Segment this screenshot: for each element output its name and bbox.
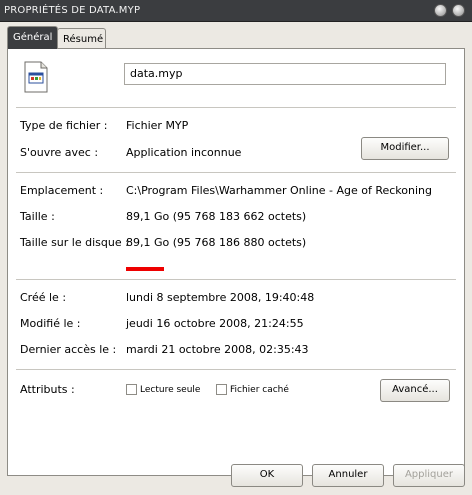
size-value: 89,1 Go (95 768 183 662 octets) bbox=[126, 210, 307, 223]
generic-file-icon bbox=[24, 61, 48, 93]
opens-with-label: S'ouvre avec : bbox=[20, 146, 99, 159]
location-label: Emplacement : bbox=[20, 184, 104, 197]
disk-size-value: 89,1 Go (95 768 186 880 octets) bbox=[126, 236, 307, 249]
readonly-label[interactable]: Lecture seule bbox=[140, 385, 200, 395]
accessed-value: mardi 21 octobre 2008, 02:35:43 bbox=[126, 343, 309, 356]
general-panel: data.myp Type de fichier : Fichier MYP S… bbox=[7, 48, 465, 476]
help-button[interactable] bbox=[434, 4, 447, 17]
accessed-label: Dernier accès le : bbox=[20, 343, 117, 356]
disk-size-label: Taille sur le disque : bbox=[20, 236, 129, 249]
title-bar[interactable]: PROPRIÉTÉS DE DATA.MYP bbox=[0, 0, 472, 22]
close-button[interactable] bbox=[452, 4, 465, 17]
attributes-label: Attributs : bbox=[20, 383, 75, 396]
created-value: lundi 8 septembre 2008, 19:40:48 bbox=[126, 291, 315, 304]
advanced-button[interactable]: Avancé... bbox=[380, 379, 450, 402]
ok-button[interactable]: OK bbox=[231, 464, 303, 487]
apply-button[interactable]: Appliquer bbox=[393, 464, 465, 487]
location-value: C:\Program Files\Warhammer Online - Age … bbox=[126, 184, 432, 197]
separator bbox=[16, 107, 456, 108]
separator bbox=[16, 279, 456, 280]
file-name-field[interactable]: data.myp bbox=[124, 63, 446, 85]
cancel-button[interactable]: Annuler bbox=[312, 464, 384, 487]
modified-label: Modifié le : bbox=[20, 317, 81, 330]
separator bbox=[16, 172, 456, 173]
readonly-checkbox[interactable] bbox=[126, 384, 137, 395]
type-value: Fichier MYP bbox=[126, 119, 189, 132]
hidden-checkbox[interactable] bbox=[216, 384, 227, 395]
modified-value: jeudi 16 octobre 2008, 21:24:55 bbox=[126, 317, 304, 330]
tab-summary[interactable]: Résumé bbox=[57, 28, 106, 49]
opens-with-value: Application inconnue bbox=[126, 146, 242, 159]
window-title: PROPRIÉTÉS DE DATA.MYP bbox=[4, 5, 141, 16]
size-label: Taille : bbox=[20, 210, 55, 223]
modify-button[interactable]: Modifier... bbox=[361, 137, 449, 160]
properties-dialog: Général Résumé data.myp Type de fichier … bbox=[0, 22, 472, 495]
type-label: Type de fichier : bbox=[20, 119, 108, 132]
hidden-label[interactable]: Fichier caché bbox=[230, 385, 289, 395]
created-label: Créé le : bbox=[20, 291, 67, 304]
tab-general[interactable]: Général bbox=[7, 26, 58, 49]
separator bbox=[16, 369, 456, 370]
red-underline-annotation bbox=[126, 267, 164, 271]
